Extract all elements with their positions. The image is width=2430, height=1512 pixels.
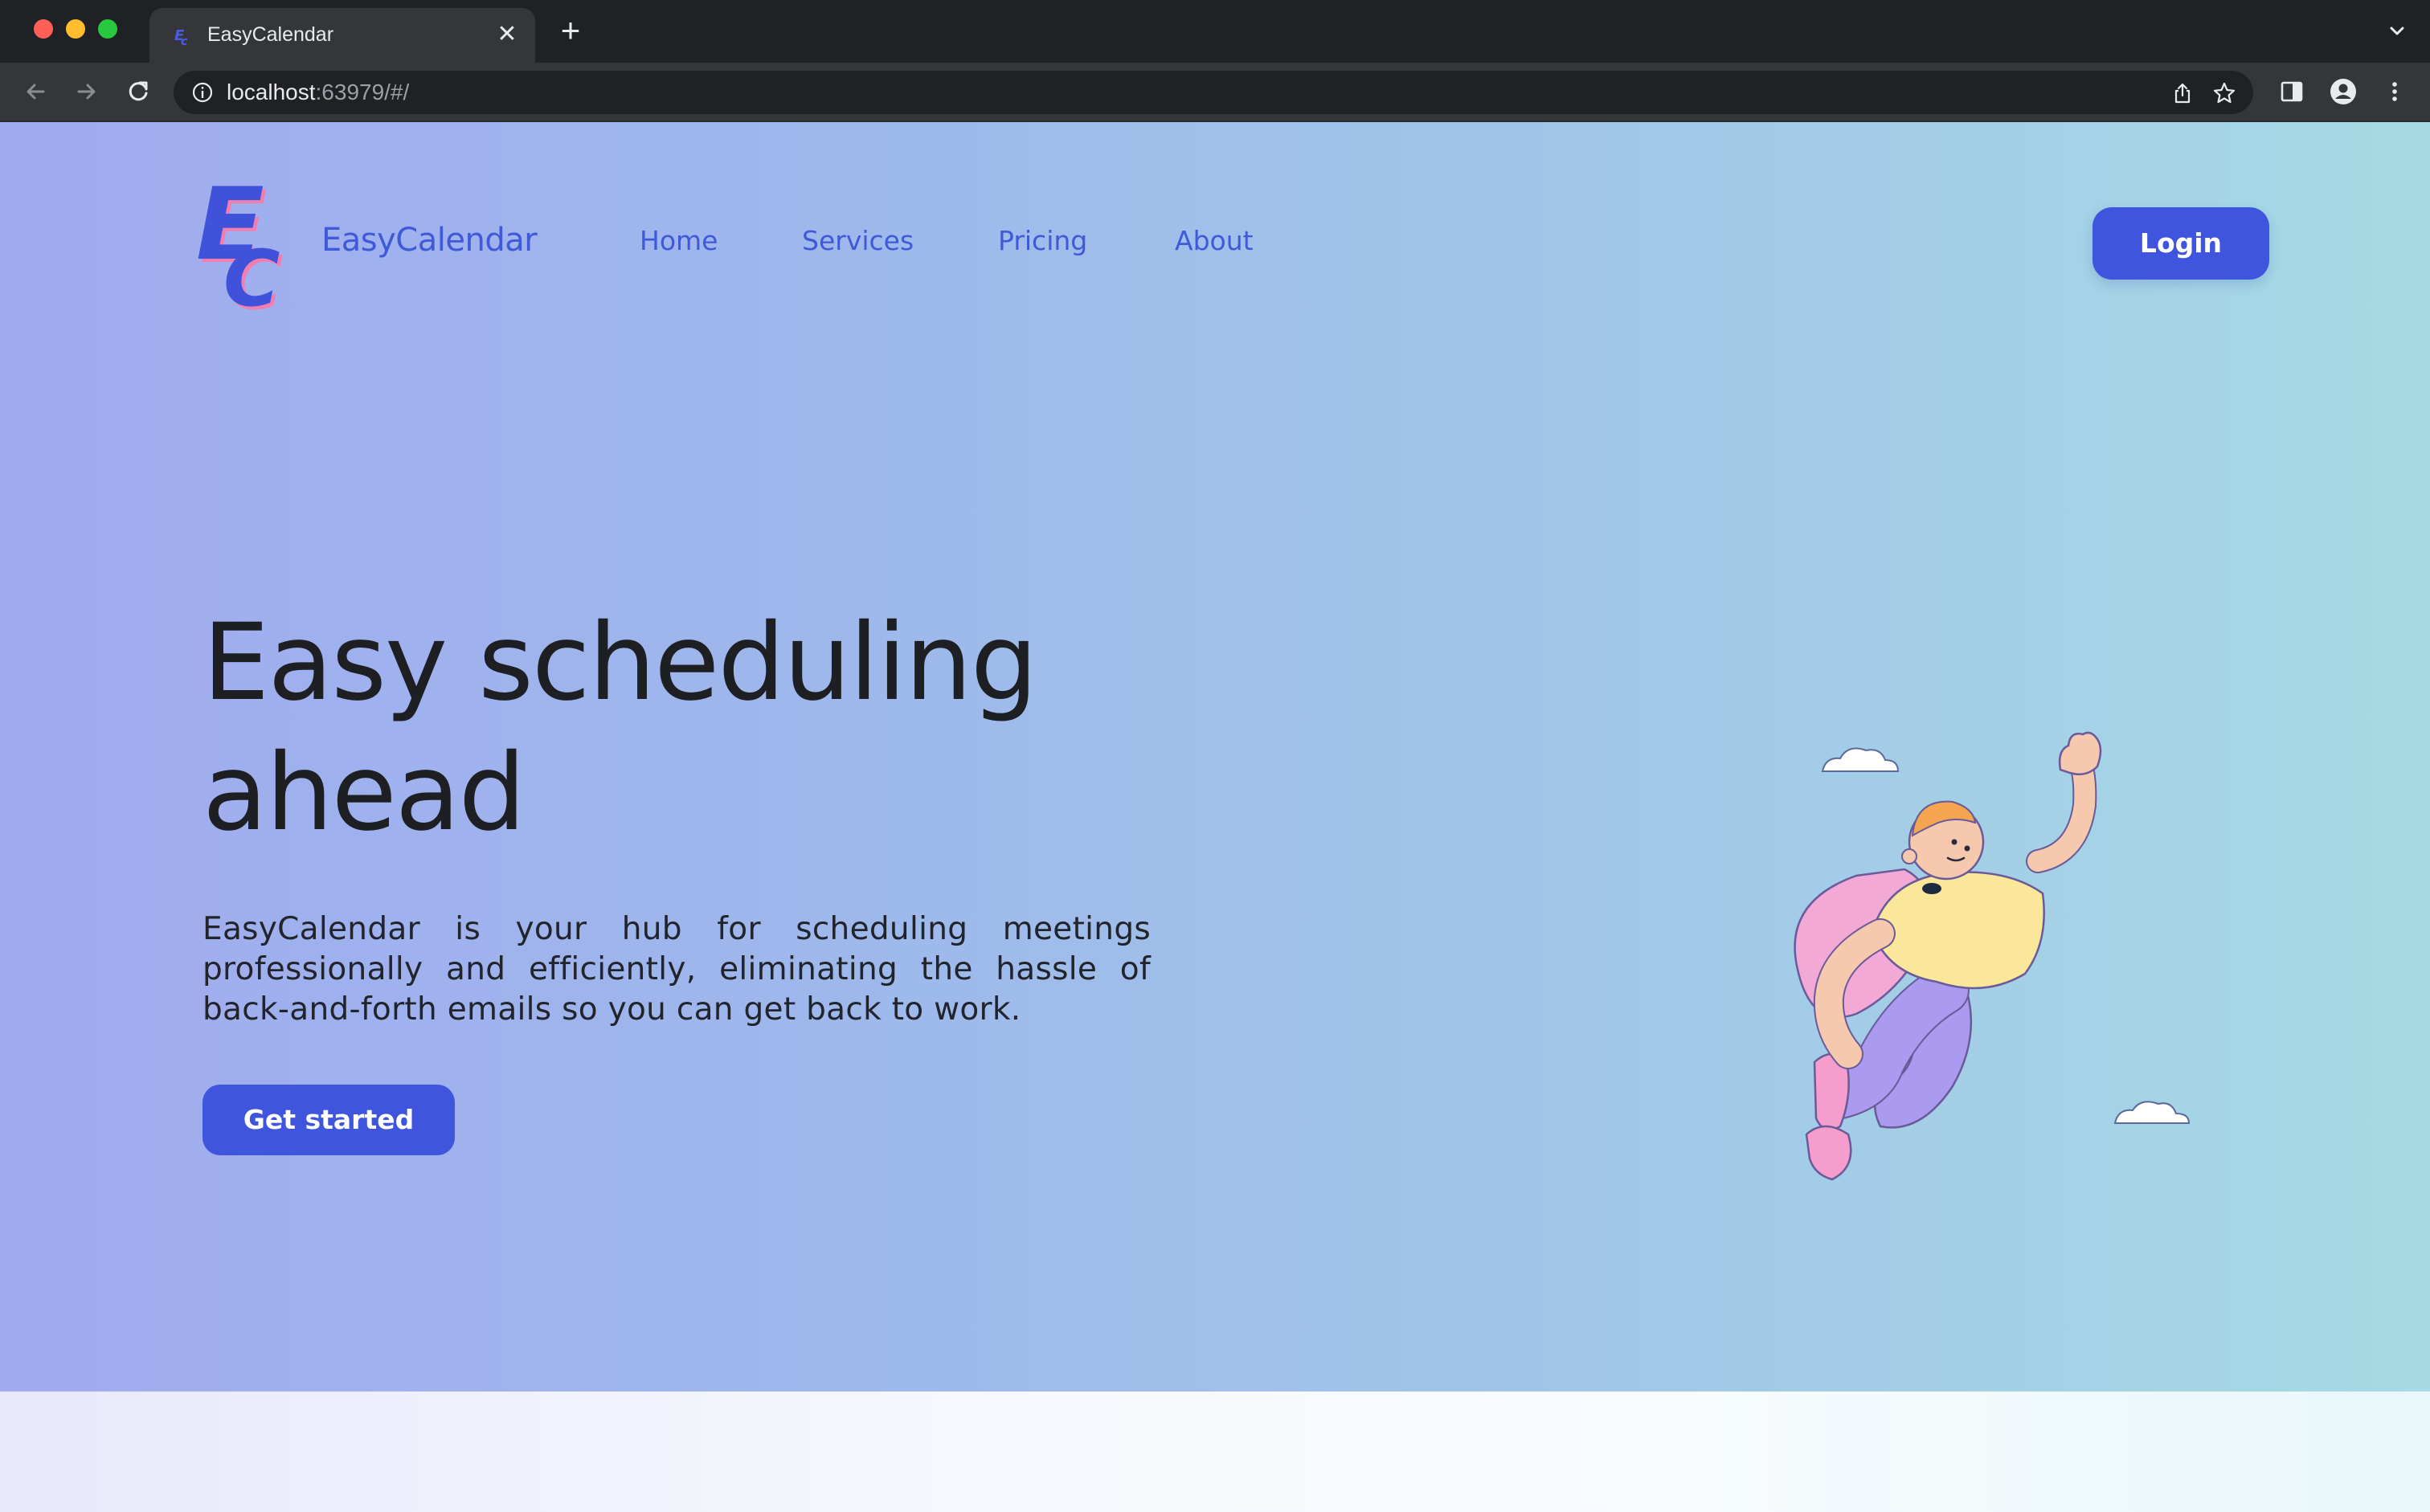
get-started-button[interactable]: Get started [202, 1085, 455, 1155]
brand-name[interactable]: EasyCalendar [321, 222, 538, 259]
more-vert-icon[interactable] [2380, 77, 2409, 106]
favicon-icon: E c [174, 27, 188, 47]
tab-title: EasyCalendar [207, 23, 334, 46]
nav-link-about[interactable]: About [1175, 225, 1254, 256]
chevron-down-icon[interactable] [2383, 18, 2411, 45]
easycalendar-logo[interactable]: E E C C [193, 167, 299, 312]
share-icon[interactable] [2170, 80, 2195, 106]
nav-link-services[interactable]: Services [802, 225, 914, 256]
login-button[interactable]: Login [2092, 207, 2269, 280]
hero-section: E E C C EasyCalendar Home Services Prici… [0, 122, 2430, 1391]
window-minimize-button[interactable] [66, 19, 85, 39]
forward-arrow-icon[interactable] [71, 76, 103, 108]
nav-link-pricing[interactable]: Pricing [998, 225, 1087, 256]
hero-headline: Easy scheduling ahead [202, 601, 1038, 855]
window-maximize-button[interactable] [98, 19, 117, 39]
browser-tab-active[interactable]: E c EasyCalendar ✕ [149, 8, 535, 63]
plus-icon[interactable]: + [556, 14, 585, 47]
info-icon[interactable] [191, 81, 214, 104]
reload-icon[interactable] [122, 76, 154, 108]
address-bar[interactable]: localhost:63979/#/ [174, 71, 2253, 114]
back-arrow-icon[interactable] [19, 76, 51, 108]
close-icon[interactable]: ✕ [493, 21, 521, 48]
profile-avatar-icon[interactable] [2329, 77, 2358, 106]
url-host: localhost [227, 80, 316, 104]
url-path: :63979/#/ [315, 80, 410, 104]
window-close-button[interactable] [34, 19, 53, 39]
svg-text:c: c [181, 35, 188, 47]
browser-tab-bar: E c EasyCalendar ✕ + [0, 0, 2430, 63]
browser-toolbar: localhost:63979/#/ [0, 63, 2430, 122]
svg-text:C: C [223, 234, 280, 312]
page-viewport: E E C C EasyCalendar Home Services Prici… [0, 122, 2430, 1512]
bookmark-star-icon[interactable] [2211, 80, 2237, 106]
hero-description: EasyCalendar is your hub for scheduling … [202, 911, 1151, 1028]
url-text[interactable]: localhost:63979/#/ [227, 79, 409, 106]
flying-person-illustration [1794, 731, 2191, 1181]
side-panel-icon[interactable] [2277, 77, 2306, 106]
nav-link-home[interactable]: Home [640, 225, 718, 256]
next-section [0, 1391, 2430, 1512]
